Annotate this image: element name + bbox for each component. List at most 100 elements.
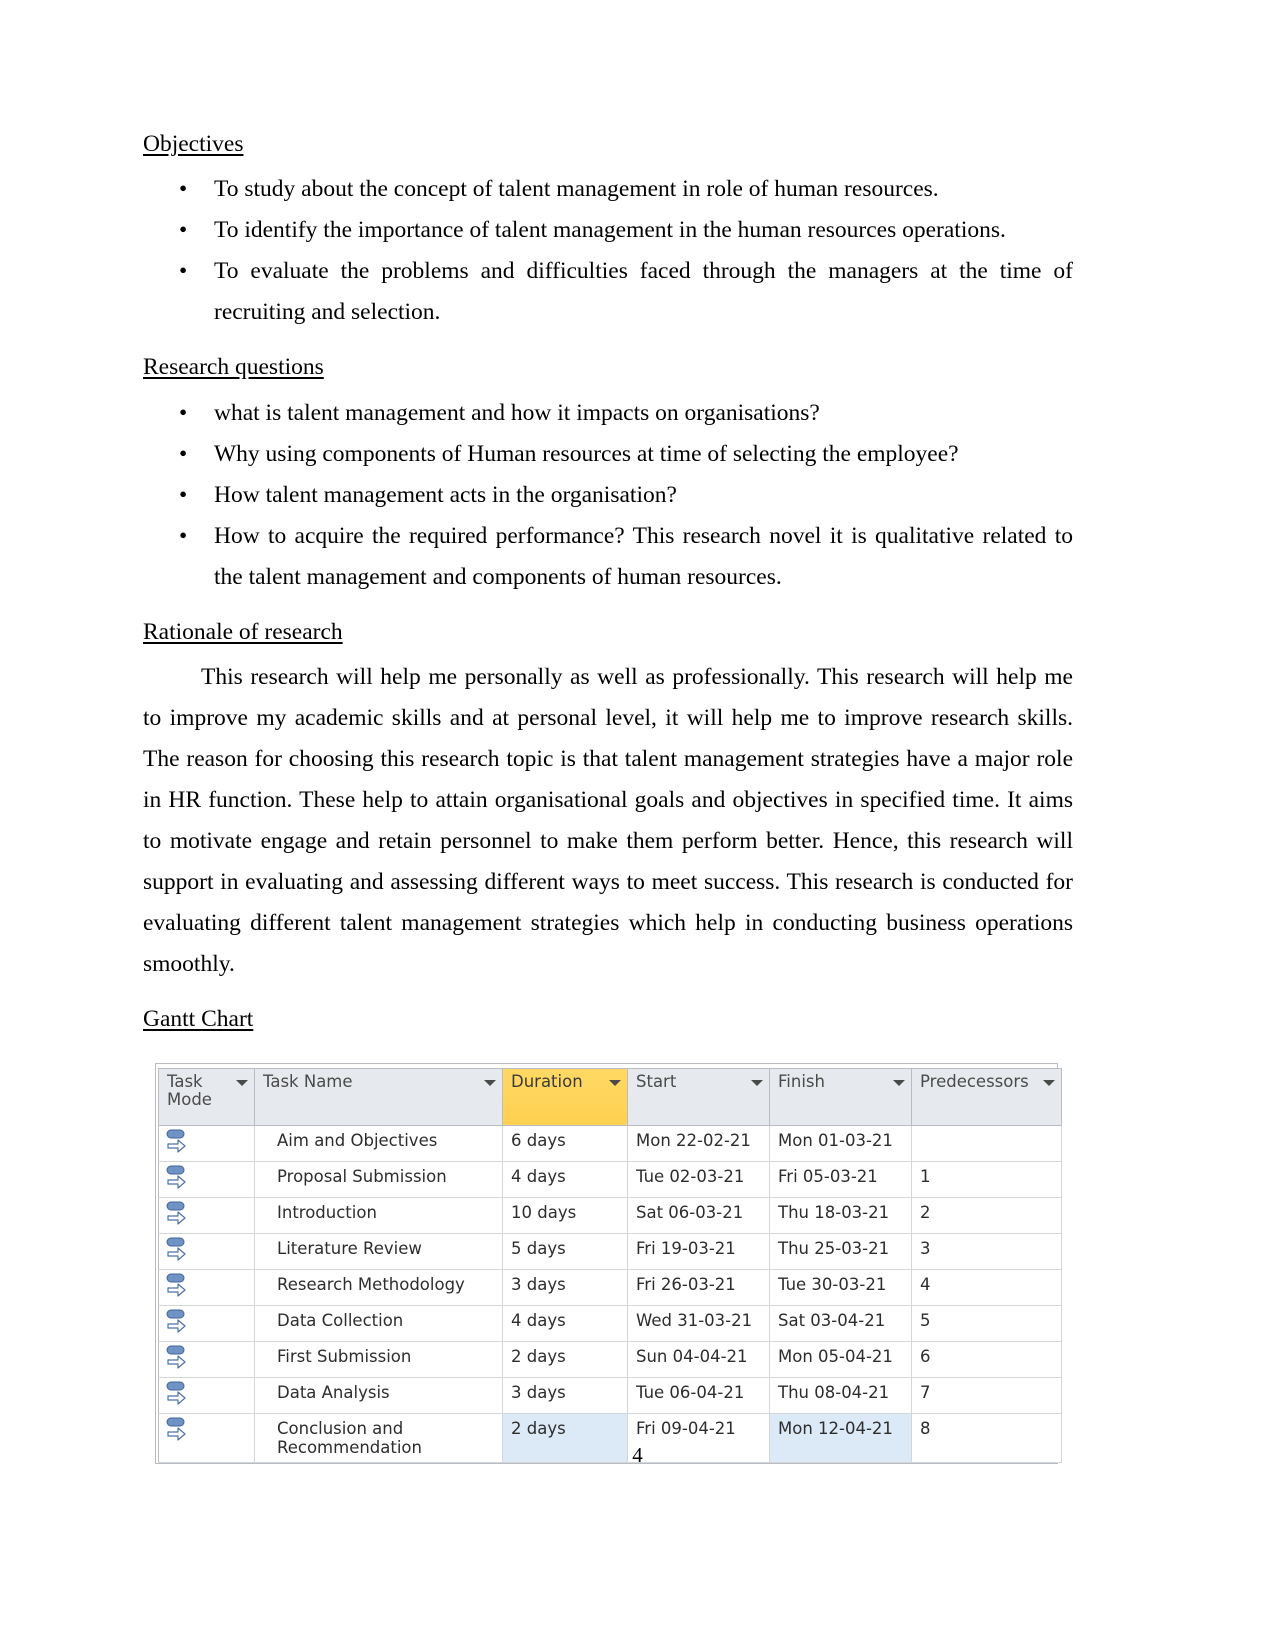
finish-date-cell[interactable]: Tue 30-03-21 <box>769 1268 912 1306</box>
research-questions-list: • what is talent management and how it i… <box>143 393 1073 598</box>
table-header: Task Mode Task Name Duration Start Finis… <box>158 1067 1062 1126</box>
objectives-heading-wrap: Objectives <box>143 130 1073 165</box>
column-header-predecessors[interactable]: Predecessors <box>911 1067 1062 1126</box>
table-header-row: Task Mode Task Name Duration Start Finis… <box>158 1067 1062 1126</box>
finish-date-cell[interactable]: Thu 08-04-21 <box>769 1376 912 1414</box>
start-date-cell[interactable]: Fri 19-03-21 <box>627 1232 770 1270</box>
auto-schedule-icon <box>165 1308 254 1338</box>
predecessors-cell[interactable]: 3 <box>911 1232 1062 1270</box>
task-name-cell[interactable]: First Submission <box>254 1340 503 1378</box>
task-mode-cell[interactable] <box>158 1376 255 1414</box>
column-header-task-name[interactable]: Task Name <box>254 1067 503 1126</box>
predecessors-cell[interactable]: 7 <box>911 1376 1062 1414</box>
task-name-cell[interactable]: Aim and Objectives <box>254 1124 503 1162</box>
start-date-cell[interactable]: Sun 04-04-21 <box>627 1340 770 1378</box>
gantt-task-table: Task Mode Task Name Duration Start Finis… <box>158 1067 1062 1463</box>
auto-schedule-icon <box>165 1236 254 1266</box>
column-header-task-mode[interactable]: Task Mode <box>158 1067 255 1126</box>
predecessors-cell[interactable]: 6 <box>911 1340 1062 1378</box>
finish-date-cell[interactable]: Mon 01-03-21 <box>769 1124 912 1162</box>
task-mode-cell[interactable] <box>158 1160 255 1198</box>
list-item-text: Why using components of Human resources … <box>214 440 959 467</box>
task-mode-cell[interactable] <box>158 1340 255 1378</box>
bullet-icon: • <box>179 217 188 244</box>
table-row[interactable]: Introduction 10 days Sat 06-03-21 Thu 18-03… <box>158 1196 1062 1234</box>
predecessors-cell[interactable]: 2 <box>911 1196 1062 1234</box>
auto-schedule-icon <box>165 1164 254 1194</box>
duration-cell[interactable]: 4 days <box>502 1304 628 1342</box>
chevron-down-icon[interactable] <box>609 1079 621 1086</box>
task-mode-cell[interactable] <box>158 1124 255 1162</box>
task-name-cell[interactable]: Research Methodology <box>254 1268 503 1306</box>
duration-cell[interactable]: 3 days <box>502 1268 628 1306</box>
auto-schedule-icon <box>165 1200 254 1230</box>
task-mode-cell[interactable] <box>158 1196 255 1234</box>
duration-cell[interactable]: 3 days <box>502 1376 628 1414</box>
finish-date-cell[interactable]: Mon 05-04-21 <box>769 1340 912 1378</box>
column-header-label: Predecessors <box>920 1071 1029 1091</box>
task-name-cell[interactable]: Literature Review <box>254 1232 503 1270</box>
duration-cell[interactable]: 10 days <box>502 1196 628 1234</box>
duration-cell[interactable]: 4 days <box>502 1160 628 1198</box>
table-row[interactable]: First Submission 2 days Sun 04-04-21 Mon 05… <box>158 1340 1062 1378</box>
objectives-list: • To study about the concept of talent m… <box>143 169 1073 333</box>
predecessors-cell[interactable] <box>911 1124 1062 1162</box>
predecessors-cell[interactable]: 4 <box>911 1268 1062 1306</box>
list-item: • Why using components of Human resource… <box>143 434 1073 475</box>
task-mode-cell[interactable] <box>158 1304 255 1342</box>
duration-cell[interactable]: 5 days <box>502 1232 628 1270</box>
column-header-label: Start <box>636 1071 677 1091</box>
task-name-cell[interactable]: Introduction <box>254 1196 503 1234</box>
start-date-cell[interactable]: Tue 06-04-21 <box>627 1376 770 1414</box>
table-row[interactable]: Aim and Objectives 6 days Mon 22-02-21 Mon … <box>158 1124 1062 1162</box>
bullet-icon: • <box>179 176 188 203</box>
chevron-down-icon[interactable] <box>893 1079 905 1086</box>
start-date-cell[interactable]: Sat 06-03-21 <box>627 1196 770 1234</box>
bullet-icon: • <box>179 440 188 467</box>
auto-schedule-icon <box>165 1128 254 1158</box>
start-date-cell[interactable]: Mon 22-02-21 <box>627 1124 770 1162</box>
chevron-down-icon[interactable] <box>484 1079 496 1086</box>
objectives-heading: Objectives <box>143 131 244 157</box>
chevron-down-icon[interactable] <box>751 1079 763 1086</box>
table-row[interactable]: Proposal Submission 4 days Tue 02-03-21 Fri… <box>158 1160 1062 1198</box>
column-header-duration[interactable]: Duration <box>502 1067 628 1126</box>
finish-date-cell[interactable]: Sat 03-04-21 <box>769 1304 912 1342</box>
predecessors-cell[interactable]: 1 <box>911 1160 1062 1198</box>
table-row[interactable]: Data Analysis 3 days Tue 06-04-21 Thu 08-04… <box>158 1376 1062 1414</box>
column-header-finish[interactable]: Finish <box>769 1067 912 1126</box>
table-row[interactable]: Research Methodology 3 days Fri 26-03-21 Tu… <box>158 1268 1062 1306</box>
column-header-label: Duration <box>511 1071 583 1091</box>
duration-cell[interactable]: 6 days <box>502 1124 628 1162</box>
column-header-label: Task Mode <box>167 1071 212 1110</box>
bullet-icon: • <box>179 399 188 426</box>
table-row[interactable]: Data Collection 4 days Wed 31-03-21 Sat 03-… <box>158 1304 1062 1342</box>
task-name-cell[interactable]: Data Collection <box>254 1304 503 1342</box>
gantt-chart-heading: Gantt Chart <box>143 1006 254 1033</box>
list-item-text: How to acquire the required performance?… <box>214 522 1073 590</box>
document-page: Objectives • To study about the concept … <box>0 0 1275 1650</box>
rationale-paragraph: This research will help me personally as… <box>143 664 1073 978</box>
chevron-down-icon[interactable] <box>236 1079 248 1086</box>
bullet-icon: • <box>179 522 188 549</box>
list-item: • what is talent management and how it i… <box>143 393 1073 434</box>
table-row[interactable]: Literature Review 5 days Fri 19-03-21 Thu 2… <box>158 1232 1062 1270</box>
start-date-cell[interactable]: Tue 02-03-21 <box>627 1160 770 1198</box>
task-mode-cell[interactable] <box>158 1232 255 1270</box>
task-name-cell[interactable]: Proposal Submission <box>254 1160 503 1198</box>
chevron-down-icon[interactable] <box>1043 1079 1055 1086</box>
finish-date-cell[interactable]: Thu 18-03-21 <box>769 1196 912 1234</box>
predecessors-cell[interactable]: 5 <box>911 1304 1062 1342</box>
start-date-cell[interactable]: Wed 31-03-21 <box>627 1304 770 1342</box>
finish-date-cell[interactable]: Fri 05-03-21 <box>769 1160 912 1198</box>
start-date-cell[interactable]: Fri 26-03-21 <box>627 1268 770 1306</box>
task-name-cell[interactable]: Data Analysis <box>254 1376 503 1414</box>
page-number: 4 <box>632 1443 643 1467</box>
page-content: Objectives • To study about the concept … <box>143 130 1073 1464</box>
duration-cell[interactable]: 2 days <box>502 1340 628 1378</box>
column-header-start[interactable]: Start <box>627 1067 770 1126</box>
bullet-icon: • <box>179 481 188 508</box>
column-header-label: Finish <box>778 1071 825 1091</box>
finish-date-cell[interactable]: Thu 25-03-21 <box>769 1232 912 1270</box>
task-mode-cell[interactable] <box>158 1268 255 1306</box>
